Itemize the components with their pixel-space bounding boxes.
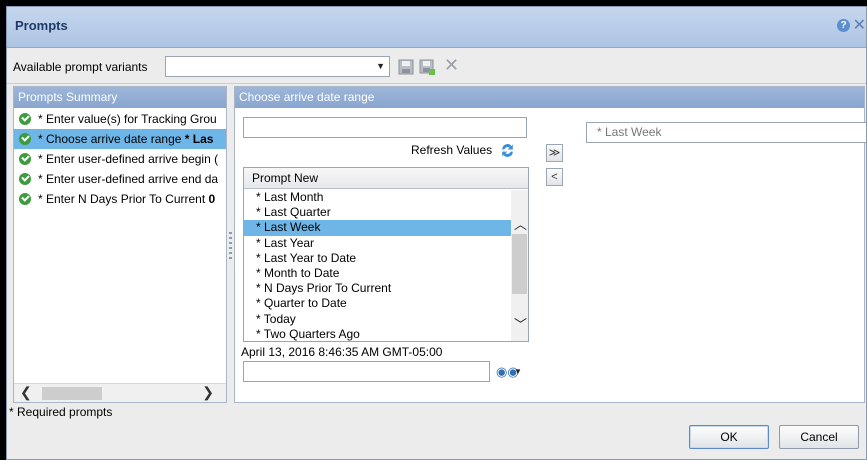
list-item[interactable]: * Last Quarter: [244, 205, 511, 220]
choose-range-panel: Choose arrive date range Refresh Values …: [234, 86, 866, 403]
cancel-button[interactable]: Cancel: [779, 425, 859, 449]
check-icon: [19, 133, 31, 145]
remove-selection-button[interactable]: <: [546, 168, 563, 186]
list-item[interactable]: * Last Year: [244, 236, 511, 251]
list-item[interactable]: * Last Month: [244, 190, 511, 205]
scroll-thumb[interactable]: [512, 234, 527, 294]
panel-splitter[interactable]: [229, 232, 232, 260]
refresh-timestamp: April 13, 2016 8:46:35 AM GMT-05:00: [241, 345, 443, 359]
summary-item-arrive-end[interactable]: * Enter user-defined arrive end da: [14, 169, 226, 189]
summary-list: * Enter value(s) for Tracking Grou * Cho…: [14, 109, 226, 209]
list-item-selected[interactable]: * Last Week: [244, 220, 511, 236]
summary-horizontal-scrollbar[interactable]: ❮ ❯: [14, 383, 226, 402]
refresh-values-button[interactable]: Refresh Values: [411, 143, 513, 157]
list-item[interactable]: * Last Year to Date: [244, 251, 511, 266]
scroll-down-icon[interactable]: ﹀: [514, 314, 527, 333]
close-icon[interactable]: ✕: [853, 15, 866, 35]
selected-values-box[interactable]: * Last Week: [586, 122, 866, 143]
value-search-input[interactable]: [243, 117, 527, 138]
help-icon[interactable]: ?: [837, 19, 850, 32]
check-icon: [19, 193, 31, 205]
list-items: * Last Month * Last Quarter * Last Week …: [244, 190, 511, 341]
summary-header: Prompts Summary: [14, 87, 226, 108]
check-icon: [19, 113, 31, 125]
ok-button[interactable]: OK: [689, 425, 769, 449]
summary-item-arrive-begin[interactable]: * Enter user-defined arrive begin (: [14, 149, 226, 169]
delete-variant-icon[interactable]: ✕: [444, 56, 462, 74]
prompts-dialog: Prompts ? ✕ Available prompt variants ▼ …: [6, 6, 867, 460]
choose-range-header: Choose arrive date range: [235, 87, 864, 108]
scroll-right-icon[interactable]: ❯: [202, 384, 214, 401]
required-prompts-note: * Required prompts: [9, 405, 113, 419]
prompt-values-list[interactable]: Prompt New * Last Month * Last Quarter *…: [243, 167, 529, 342]
find-input[interactable]: [243, 361, 490, 382]
dialog-title: Prompts: [15, 18, 68, 33]
scroll-thumb[interactable]: [42, 387, 102, 400]
check-icon: [19, 153, 31, 165]
check-icon: [19, 173, 31, 185]
list-column-header: Prompt New: [244, 168, 528, 189]
prompts-summary-panel: Prompts Summary * Enter value(s) for Tra…: [13, 86, 227, 403]
dialog-titlebar: Prompts ? ✕: [7, 7, 866, 48]
summary-item-tracking-group[interactable]: * Enter value(s) for Tracking Grou: [14, 109, 226, 129]
dropdown-arrow-icon[interactable]: ▼: [376, 61, 385, 71]
summary-item-n-days[interactable]: * Enter N Days Prior To Current 0: [14, 189, 226, 209]
variants-row: Available prompt variants ▼ ✕: [7, 51, 866, 81]
refresh-values-label: Refresh Values: [411, 143, 493, 157]
list-item[interactable]: * N Days Prior To Current: [244, 281, 511, 296]
summary-item-arrive-date-range[interactable]: * Choose arrive date range * Las: [14, 129, 226, 149]
chevron-down-icon[interactable]: ▼: [514, 367, 522, 376]
variants-label: Available prompt variants: [13, 60, 148, 74]
scroll-up-icon[interactable]: ︿: [514, 214, 527, 233]
list-item[interactable]: * Today: [244, 312, 511, 327]
add-selection-button[interactable]: ≫: [546, 144, 563, 162]
save-icon[interactable]: [398, 59, 414, 75]
save-as-icon[interactable]: [419, 59, 435, 75]
scroll-left-icon[interactable]: ❮: [20, 384, 32, 401]
refresh-icon[interactable]: [499, 142, 516, 159]
separator: [7, 83, 866, 84]
list-item[interactable]: * Two Quarters Ago: [244, 327, 511, 341]
list-vertical-scrollbar[interactable]: ︿ ﹀: [511, 190, 528, 341]
variants-select[interactable]: ▼: [165, 56, 390, 77]
list-item[interactable]: * Quarter to Date: [244, 296, 511, 311]
list-item[interactable]: * Month to Date: [244, 266, 511, 281]
